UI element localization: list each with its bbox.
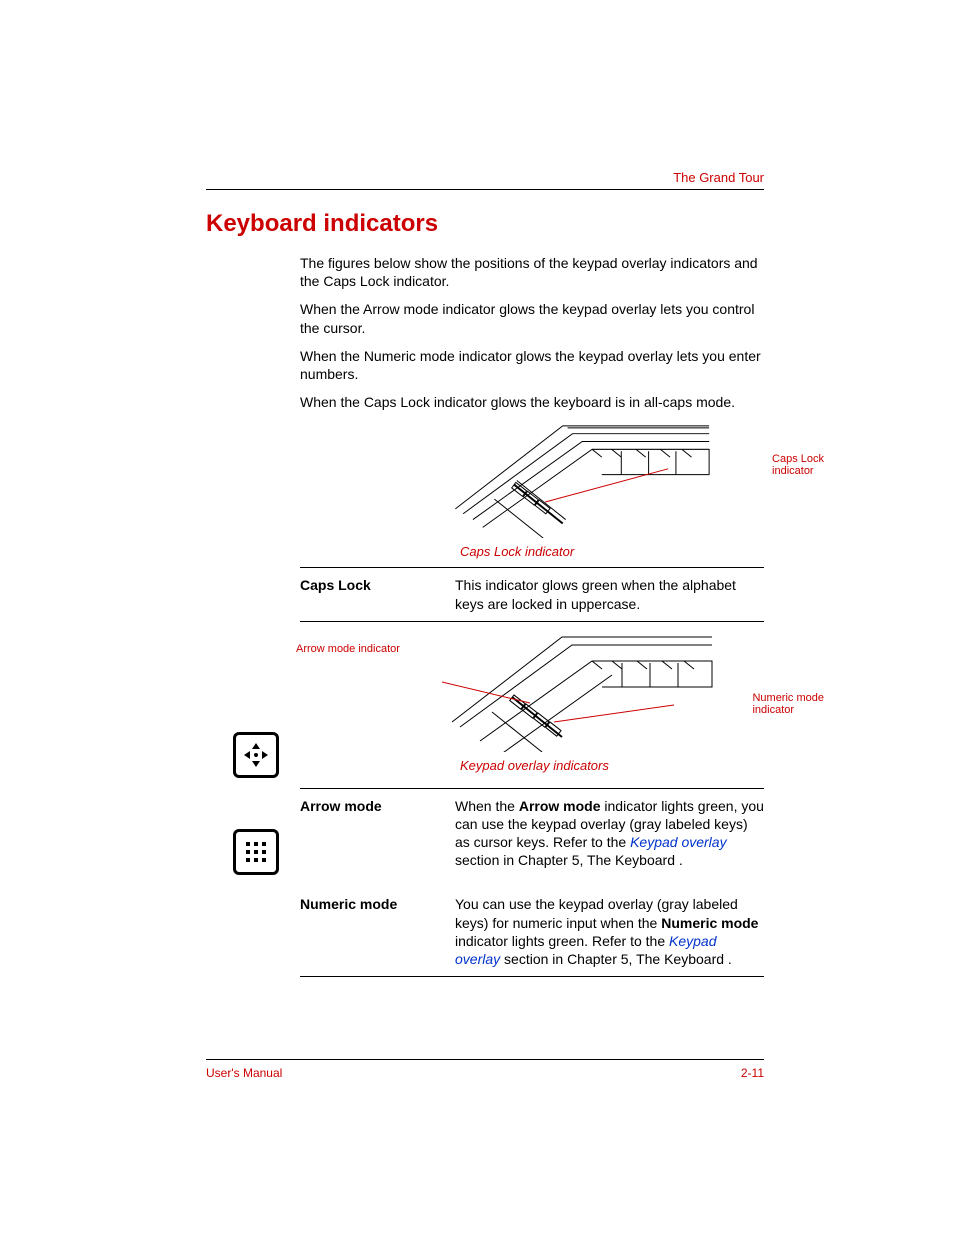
numeric-mode-icon xyxy=(233,829,279,875)
row-caps-lock: Caps Lock This indicator glows green whe… xyxy=(300,567,764,621)
keyboard-corner-icon xyxy=(442,421,742,538)
keyboard-corner-icon xyxy=(442,632,742,752)
link-keypad-overlay[interactable]: Keypad overlay xyxy=(630,834,727,850)
row-arrow-mode: Arrow mode When the Arrow mode indicator… xyxy=(300,788,764,878)
footer-manual-name: User's Manual xyxy=(206,1066,282,1080)
page-title: Keyboard indicators xyxy=(206,210,438,238)
body-content: The figures below show the positions of … xyxy=(300,250,764,987)
arrow-mode-icon xyxy=(233,732,279,778)
callout-numeric-mode: Numeric mode indicator xyxy=(752,692,824,716)
page-header: The Grand Tour xyxy=(206,170,764,190)
page: The Grand Tour Keyboard indicators The f… xyxy=(0,0,954,1235)
intro-paragraph: The figures below show the positions of … xyxy=(300,254,764,290)
callout-arrow-mode: Arrow mode indicator xyxy=(296,642,400,656)
figure-caption: Caps Lock indicator xyxy=(460,544,574,561)
figure-caps-lock: Caps Lock indicator Caps Lock indicator xyxy=(300,421,764,561)
row-label: Arrow mode xyxy=(300,797,455,870)
intro-paragraph: When the Numeric mode indicator glows th… xyxy=(300,347,764,383)
figure-caption: Keypad overlay indicators xyxy=(460,758,609,775)
row-description: When the Arrow mode indicator lights gre… xyxy=(455,797,764,870)
row-description: This indicator glows green when the alph… xyxy=(455,576,764,612)
footer-page-number: 2-11 xyxy=(741,1066,764,1080)
callout-caps-lock: Caps Lock indicator xyxy=(772,453,824,477)
row-label: Numeric mode xyxy=(300,895,455,968)
page-footer: User's Manual 2-11 xyxy=(206,1059,764,1080)
row-label: Caps Lock xyxy=(300,576,455,612)
row-numeric-mode: Numeric mode You can use the keypad over… xyxy=(300,887,764,977)
intro-paragraph: When the Arrow mode indicator glows the … xyxy=(300,300,764,336)
chapter-name: The Grand Tour xyxy=(673,170,764,185)
row-description: You can use the keypad overlay (gray lab… xyxy=(455,895,764,968)
intro-paragraph: When the Caps Lock indicator glows the k… xyxy=(300,393,764,411)
